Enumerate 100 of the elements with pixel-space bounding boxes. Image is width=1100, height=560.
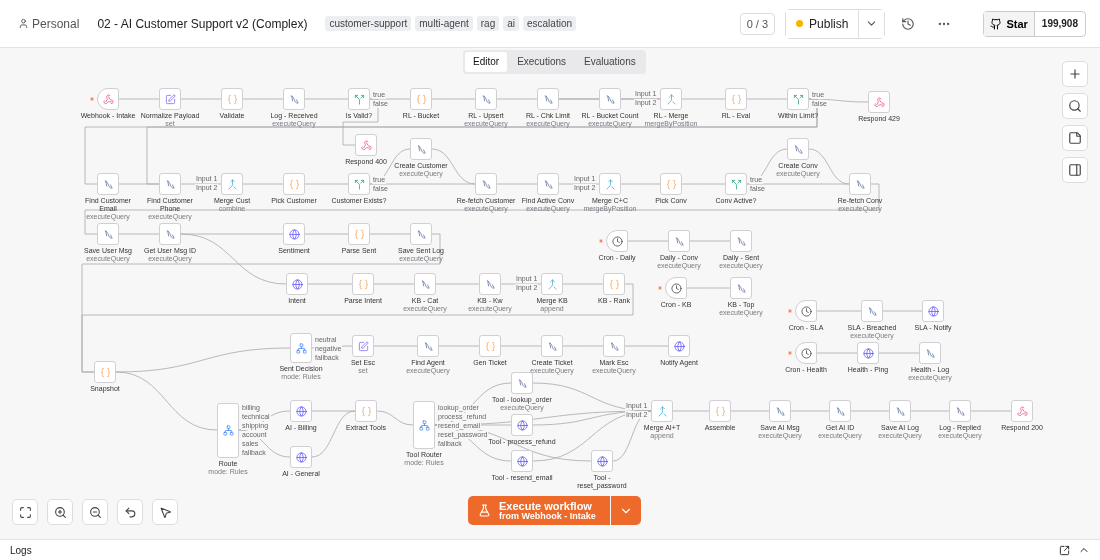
workflow-node[interactable]: [283, 223, 305, 245]
workflow-node[interactable]: [97, 173, 119, 195]
search-button[interactable]: [1062, 93, 1088, 119]
tag[interactable]: ai: [503, 16, 519, 31]
workflow-node[interactable]: [410, 223, 432, 245]
workflow-node[interactable]: [541, 335, 563, 357]
workflow-node[interactable]: [787, 138, 809, 160]
workflow-node[interactable]: [352, 273, 374, 295]
zoom-in-button[interactable]: [47, 499, 73, 525]
globe-icon: [291, 278, 303, 290]
workflow-node[interactable]: [290, 446, 312, 468]
tab[interactable]: Executions: [509, 52, 575, 72]
workflow-node[interactable]: [290, 400, 312, 422]
workflow-node[interactable]: [668, 230, 690, 252]
workflow-node[interactable]: [511, 414, 533, 436]
workflow-node[interactable]: [290, 333, 312, 363]
pointer-button[interactable]: [152, 499, 178, 525]
workflow-node[interactable]: [889, 400, 911, 422]
workflow-node[interactable]: [479, 335, 501, 357]
workflow-node[interactable]: [217, 402, 239, 458]
workflow-node[interactable]: [475, 88, 497, 110]
workflow-node[interactable]: [665, 277, 687, 299]
workflow-node[interactable]: [348, 223, 370, 245]
workflow-node[interactable]: [537, 88, 559, 110]
workflow-node[interactable]: [668, 335, 690, 357]
workflow-node[interactable]: [97, 223, 119, 245]
workflow-node[interactable]: [868, 91, 890, 113]
workflow-node[interactable]: [355, 134, 377, 156]
workflow-node[interactable]: [651, 400, 673, 422]
workflow-node[interactable]: [475, 173, 497, 195]
tag[interactable]: customer-support: [325, 16, 412, 31]
workflow-node[interactable]: [660, 88, 682, 110]
workflow-node[interactable]: [511, 450, 533, 472]
tag[interactable]: multi-agent: [415, 16, 473, 31]
user-icon: [18, 18, 29, 29]
publish-button[interactable]: Publish: [786, 9, 860, 38]
workflow-node[interactable]: [787, 88, 809, 110]
workflow-node[interactable]: [283, 88, 305, 110]
workflow-node[interactable]: [769, 400, 791, 422]
workflow-node[interactable]: [603, 273, 625, 295]
workflow-node[interactable]: [861, 300, 883, 322]
workflow-node[interactable]: [725, 88, 747, 110]
workflow-node[interactable]: [829, 400, 851, 422]
workflow-node[interactable]: [94, 361, 116, 383]
workflow-node[interactable]: [159, 173, 181, 195]
workflow-node[interactable]: [795, 342, 817, 364]
workflow-node[interactable]: [221, 88, 243, 110]
workflow-node[interactable]: [352, 335, 374, 357]
workflow-node[interactable]: [949, 400, 971, 422]
panel-button[interactable]: [1062, 157, 1088, 183]
tag[interactable]: rag: [476, 16, 500, 31]
undo-button[interactable]: [117, 499, 143, 525]
workflow-node[interactable]: [410, 138, 432, 160]
workflow-node[interactable]: [849, 173, 871, 195]
workflow-node[interactable]: [348, 173, 370, 195]
workflow-node[interactable]: [159, 223, 181, 245]
workflow-node[interactable]: [410, 88, 432, 110]
workflow-node[interactable]: [348, 88, 370, 110]
tag[interactable]: escalation: [523, 16, 577, 31]
execute-dropdown[interactable]: [610, 496, 641, 525]
workflow-node[interactable]: [286, 273, 308, 295]
workflow-node[interactable]: [725, 173, 747, 195]
pop-out-icon[interactable]: [1059, 544, 1070, 556]
workflow-node[interactable]: [795, 300, 817, 322]
workflow-node[interactable]: [922, 300, 944, 322]
workflow-node[interactable]: [537, 173, 559, 195]
logs-label[interactable]: Logs: [10, 544, 32, 556]
workflow-node[interactable]: [541, 273, 563, 295]
workflow-node[interactable]: [730, 277, 752, 299]
breadcrumb-owner[interactable]: Personal: [18, 16, 80, 31]
workflow-node[interactable]: [1011, 400, 1033, 422]
workflow-node[interactable]: [730, 230, 752, 252]
workflow-node[interactable]: [414, 273, 436, 295]
workflow-node[interactable]: [919, 342, 941, 364]
workflow-node[interactable]: [479, 273, 501, 295]
workflow-node[interactable]: [283, 173, 305, 195]
workflow-node[interactable]: [355, 400, 377, 422]
fit-view-button[interactable]: [12, 499, 38, 525]
star-button[interactable]: Star: [984, 11, 1035, 36]
zoom-out-button[interactable]: [82, 499, 108, 525]
workflow-node[interactable]: [857, 342, 879, 364]
workflow-node[interactable]: [599, 173, 621, 195]
workflow-node[interactable]: [413, 401, 435, 449]
workflow-node[interactable]: [417, 335, 439, 357]
tab[interactable]: Evaluations: [576, 52, 644, 72]
workflow-node[interactable]: [97, 88, 119, 110]
workflow-title[interactable]: 02 - AI Customer Support v2 (Complex): [97, 16, 308, 31]
workflow-node[interactable]: [159, 88, 181, 110]
squiggle-icon: [834, 405, 846, 417]
workflow-node[interactable]: [606, 230, 628, 252]
sticky-note-button[interactable]: [1062, 125, 1088, 151]
workflow-node[interactable]: [709, 400, 731, 422]
workflow-node[interactable]: [591, 450, 613, 472]
squiggle-icon: [542, 93, 554, 105]
workflow-node[interactable]: [221, 173, 243, 195]
workflow-node[interactable]: [660, 173, 682, 195]
add-node-button[interactable]: [1062, 61, 1088, 87]
workflow-node[interactable]: [599, 88, 621, 110]
workflow-node[interactable]: [603, 335, 625, 357]
tab[interactable]: Editor: [465, 52, 508, 72]
